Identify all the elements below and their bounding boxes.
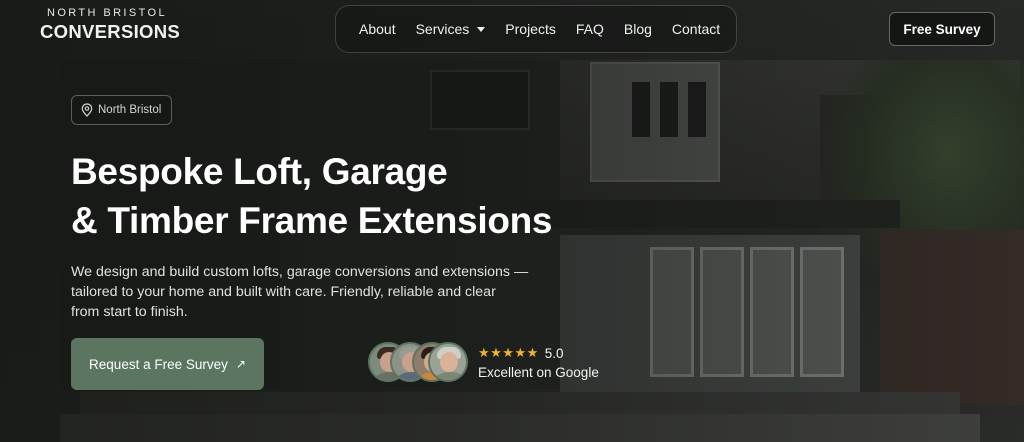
nav-label: Blog xyxy=(623,21,652,37)
logo-wordmark: CONVERSIONS xyxy=(40,21,181,42)
hero-description-line: from start to finish. xyxy=(71,304,188,320)
nav-item-blog[interactable]: Blog xyxy=(624,21,652,37)
rating-score: 5.0 xyxy=(544,345,564,361)
location-label: North Bristol xyxy=(98,104,162,116)
site-logo[interactable]: NORTH BRISTOL CONVERSIONS xyxy=(40,7,181,43)
cta-label: Request a Free Survey xyxy=(89,356,228,372)
nav-label: About xyxy=(359,21,396,37)
map-pin-icon xyxy=(81,103,93,117)
nav-item-faq[interactable]: FAQ xyxy=(576,21,604,37)
star-icons: ★★★★★ xyxy=(478,345,539,360)
hero-title-line: & Timber Frame Extensions xyxy=(71,200,553,241)
hero-title: Bespoke Loft, Garage & Timber Frame Exte… xyxy=(71,147,631,245)
nav-label: Services xyxy=(415,21,470,37)
google-rating: ★★★★★ 5.0 Excellent on Google xyxy=(478,345,599,380)
location-badge: North Bristol xyxy=(71,95,173,125)
nav-item-projects[interactable]: Projects xyxy=(505,21,556,37)
nav-item-contact[interactable]: Contact xyxy=(672,21,720,37)
request-survey-button[interactable]: Request a Free Survey ↗ xyxy=(71,338,264,390)
nav-label: Contact xyxy=(671,21,721,37)
rating-row: ★★★★★ 5.0 xyxy=(478,345,599,361)
main-nav: About Services Projects FAQ Blog Contact xyxy=(335,5,737,53)
avatar-face xyxy=(440,352,458,372)
reviewer-avatars xyxy=(368,342,468,382)
logo-tagline: NORTH BRISTOL xyxy=(46,7,168,19)
nav-label: Projects xyxy=(505,21,556,37)
free-survey-button[interactable]: Free Survey xyxy=(889,12,995,46)
nav-item-about[interactable]: About xyxy=(359,21,396,37)
hero-description-line: We design and build custom lofts, garage… xyxy=(71,264,529,280)
hero-description: We design and build custom lofts, garage… xyxy=(71,262,551,322)
arrow-up-right-icon: ↗ xyxy=(235,357,246,371)
rating-source: Excellent on Google xyxy=(478,365,599,380)
hero-description-line: tailored to your home and built with car… xyxy=(71,284,496,300)
nav-item-services[interactable]: Services xyxy=(416,21,486,37)
nav-label: FAQ xyxy=(575,21,604,37)
chevron-down-icon xyxy=(477,26,486,32)
hero-title-line: Bespoke Loft, Garage xyxy=(71,151,448,192)
avatar xyxy=(428,342,468,382)
